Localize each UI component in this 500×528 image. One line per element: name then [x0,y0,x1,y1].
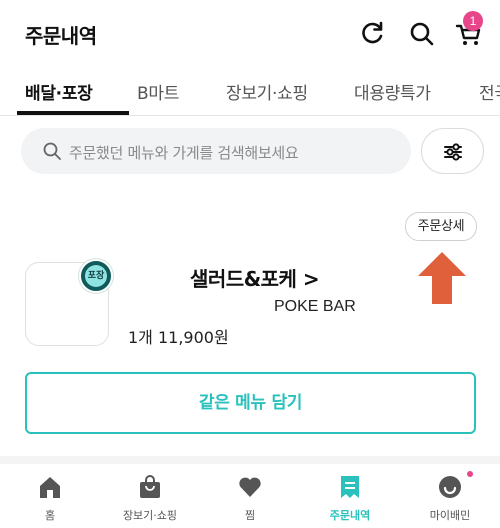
tab-delivery-pickup[interactable]: 배달·포장 [25,79,93,104]
pickup-tag-badge: 포장 [79,259,113,293]
notification-dot [467,471,473,477]
nav-label: 주문내역 [329,509,371,522]
refresh-icon[interactable] [358,20,386,48]
cart-count-badge: 1 [463,11,483,31]
nav-my-baemin[interactable]: 마이배민 [400,464,500,528]
profile-icon [439,476,461,498]
pickup-tag-label: 포장 [85,265,107,287]
tab-shopping[interactable]: 장보기·쇼핑 [226,79,308,104]
reorder-button[interactable]: 같은 메뉴 담기 [25,372,476,434]
home-icon [40,477,60,498]
order-list-icon [341,476,359,498]
page-title: 주문내역 [25,24,97,48]
order-search-input[interactable]: 주문했던 메뉴와 가게를 검색해보세요 [21,128,411,174]
shopping-bag-icon [140,475,160,498]
nav-label: 찜 [244,509,256,522]
nav-label: 장보기·쇼핑 [122,509,178,522]
filter-button[interactable] [421,128,484,174]
search-placeholder: 주문했던 메뉴와 가게를 검색해보세요 [69,144,299,162]
tab-nationwide[interactable]: 전국 [479,79,500,104]
heart-icon [239,477,261,497]
order-detail-button[interactable]: 주문상세 [405,212,477,241]
filter-icon [444,143,462,161]
search-icon[interactable] [408,20,436,48]
nav-shopping[interactable]: 장보기·쇼핑 [100,464,200,528]
search-icon [43,142,61,160]
header: 주문내역 1 [0,0,500,66]
annotation-up-arrow-icon [418,252,466,304]
store-name-link[interactable]: 샐러드&포케 > [190,263,320,292]
order-summary: 1개 11,900원 [128,328,229,347]
nav-order-history[interactable]: 주문내역 [300,464,400,528]
store-subtitle: POKE BAR [274,298,356,315]
active-tab-indicator [17,111,129,115]
tab-bulk-deals[interactable]: 대용량특가 [354,79,431,104]
tab-bmart[interactable]: B마트 [137,79,179,104]
section-divider [0,456,500,464]
nav-favorites[interactable]: 찜 [200,464,300,528]
nav-label: 홈 [44,509,56,522]
nav-label: 마이배민 [429,509,471,522]
nav-home[interactable]: 홈 [0,464,100,528]
bottom-navigation: 홈 장보기·쇼핑 찜 주문내역 마이배민 [0,464,500,528]
category-tabs: 배달·포장 B마트 장보기·쇼핑 대용량특가 전국 [0,66,500,116]
